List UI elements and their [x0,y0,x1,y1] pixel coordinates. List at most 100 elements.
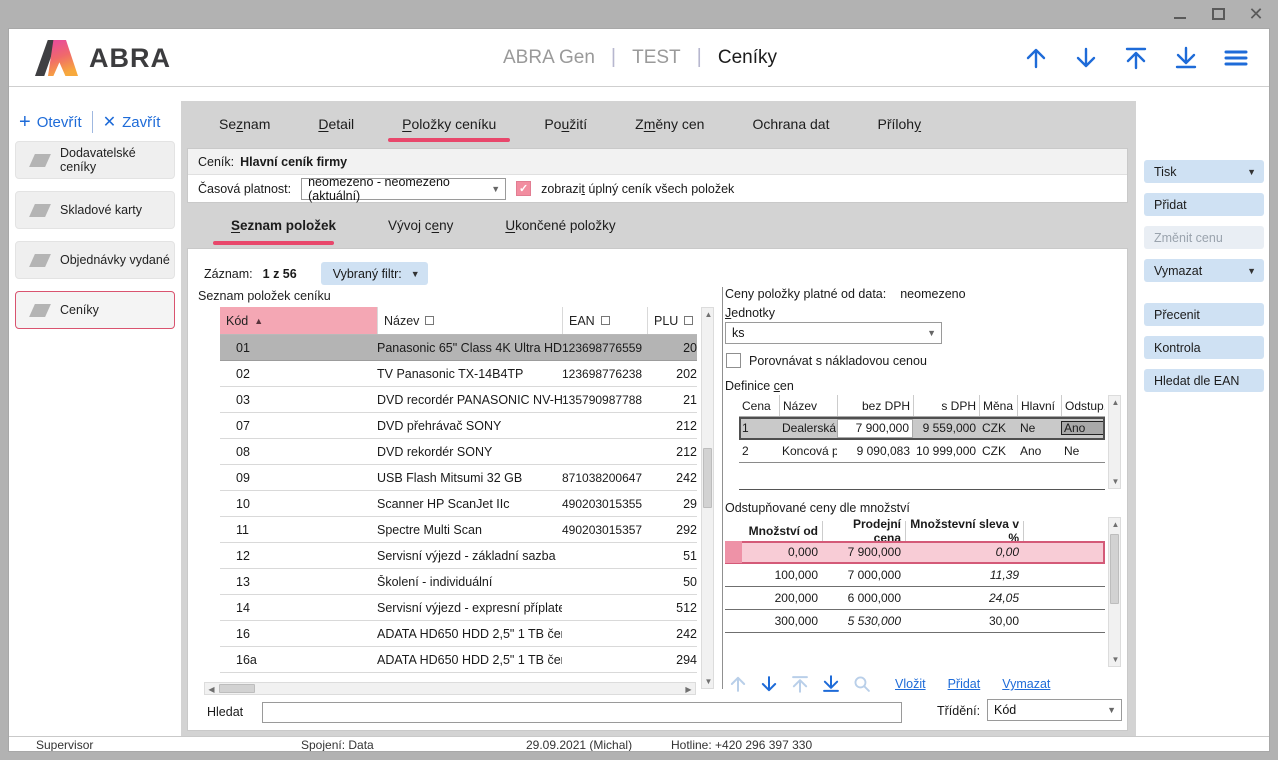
column-header-label: EAN [569,314,595,328]
subtab-ukoncene-polozky[interactable]: Ukončené položky [479,203,641,248]
vymazat-link[interactable]: Vymazat [1002,677,1050,691]
sidebar-item-skladove-karty[interactable]: Skladové karty [15,191,175,229]
column-header-cena[interactable]: Cena [739,395,779,416]
row-first-icon[interactable] [789,673,811,695]
scroll-down-icon[interactable]: ▼ [1109,475,1122,488]
nav-first-icon[interactable] [1123,45,1149,71]
hledat-dle-ean-button[interactable]: Hledat dle EAN [1144,369,1264,392]
column-header-nazev[interactable]: Název [377,307,562,334]
subtab-vyvoj-ceny[interactable]: Vývoj ceny [362,203,479,248]
column-header-mena[interactable]: Měna [979,395,1017,416]
table-row[interactable]: 08DVD rekordér SONY212 [220,439,697,465]
vymazat-button[interactable]: Vymazat▼ [1144,259,1264,282]
scroll-right-icon[interactable]: ▶ [682,683,695,696]
open-button[interactable]: + Otevřít [19,114,82,131]
table-row[interactable]: 16ADATA HD650 HDD 2,5" 1 TB červený242 [220,621,697,647]
vlozit-link[interactable]: Vložit [895,677,926,691]
tisk-button[interactable]: Tisk▼ [1144,160,1264,183]
filter-dropdown[interactable]: Vybraný filtr: ▼ [321,262,428,285]
definitions-vertical-scrollbar[interactable]: ▲ ▼ [1108,395,1121,489]
scrollbar-thumb[interactable] [1110,534,1119,604]
table-row[interactable]: 03DVD recordér PANASONIC NV-HD6801357909… [220,387,697,413]
validity-dropdown[interactable]: neomezeno - neomezeno (aktuální) ▼ [301,178,506,200]
column-header-plu[interactable]: PLU [647,307,697,334]
table-row[interactable]: 14Servisní výjezd - expresní příplatek51… [220,595,697,621]
nav-up-icon[interactable] [1023,45,1049,71]
row-last-icon[interactable] [820,673,842,695]
column-options-icon[interactable] [684,316,693,325]
tab-seznam[interactable]: Seznam [195,101,294,146]
table-row[interactable]: 100,0007 000,00011,39 [725,564,1105,587]
column-header-nazev[interactable]: Název [779,395,837,416]
close-list-button[interactable]: ✕ Zavřít [103,112,161,132]
tab-detail[interactable]: Detail [294,101,378,146]
table-row[interactable]: 09USB Flash Mitsumi 32 GB871038200647242 [220,465,697,491]
table-row[interactable]: 07DVD přehrávač SONY212 [220,413,697,439]
search-icon[interactable] [851,673,873,695]
column-options-icon[interactable] [425,316,434,325]
pridat-button[interactable]: Přidat [1144,193,1264,216]
compare-cost-checkbox[interactable] [726,353,741,368]
column-options-icon[interactable] [601,316,610,325]
column-header-s-dph[interactable]: s DPH [913,395,979,416]
window-titlebar[interactable]: ✕ [0,0,1278,28]
precenit-button[interactable]: Přecenit [1144,303,1264,326]
table-row[interactable]: 16aADATA HD650 HDD 2,5" 1 TB černý294 [220,647,697,673]
row-up-icon[interactable] [727,673,749,695]
scroll-down-icon[interactable]: ▼ [702,675,715,688]
tab-zmeny-cen[interactable]: Změny cen [611,101,728,146]
show-full-pricelist-checkbox[interactable]: ✓ [516,181,531,196]
table-row[interactable]: 11Spectre Multi Scan490203015357292 [220,517,697,543]
scrollbar-thumb[interactable] [703,448,712,508]
cell-bez-dph[interactable]: 7 900,000 [837,419,913,438]
table-row[interactable]: 1Dealerská7 900,0009 559,000CZKNeAno [739,417,1105,440]
column-header-prodejni-cena[interactable]: Prodejní cena [822,521,905,541]
column-header-mnozstvi-od[interactable]: Množství od [725,521,822,541]
nav-last-icon[interactable] [1173,45,1199,71]
close-icon[interactable]: ✕ [1248,6,1264,22]
nav-down-icon[interactable] [1073,45,1099,71]
tab-ochrana-dat[interactable]: Ochrana dat [728,101,853,146]
table-row[interactable]: 12Servisní výjezd - základní sazba51 [220,543,697,569]
menu-icon[interactable] [1223,45,1249,71]
table-row[interactable]: 02TV Panasonic TX-14B4TP123698776238202 [220,361,697,387]
column-header-mnozstevni-sleva-v[interactable]: Množstevní sleva v % [905,521,1023,541]
sidebar-item-objednavky-vydane[interactable]: Objednávky vydané [15,241,175,279]
scroll-up-icon[interactable]: ▲ [702,308,715,321]
items-horizontal-scrollbar[interactable]: ◀ ▶ [204,682,696,695]
column-header-odstup[interactable]: Odstup... [1061,395,1105,416]
table-row[interactable]: 2Koncová p9 090,08310 999,000CZKAnoNe [739,440,1105,463]
search-input[interactable] [262,702,902,723]
scroll-up-icon[interactable]: ▲ [1109,518,1122,531]
column-header-ean[interactable]: EAN [562,307,647,334]
column-header-bez-dph[interactable]: bez DPH [837,395,913,416]
sidebar-item-ceniky[interactable]: Ceníky [15,291,175,329]
scrollbar-thumb[interactable] [219,684,255,693]
kontrola-button[interactable]: Kontrola [1144,336,1264,359]
cell-kod: 16 [220,627,377,641]
zmenit-cenu-button[interactable]: Změnit cenu [1144,226,1264,249]
table-row[interactable]: 0,0007 900,0000,00 [725,541,1105,564]
table-row[interactable]: 300,0005 530,00030,00 [725,610,1105,633]
sidebar-item-dodavatelske-ceniky[interactable]: Dodavatelské ceníky [15,141,175,179]
items-vertical-scrollbar[interactable]: ▲ ▼ [701,307,714,689]
pridat-link[interactable]: Přidat [948,677,981,691]
tab-polozky-ceniku[interactable]: Položky ceníku [378,101,520,146]
minimize-icon[interactable] [1172,6,1188,22]
scroll-up-icon[interactable]: ▲ [1109,396,1122,409]
scroll-left-icon[interactable]: ◀ [205,683,218,696]
subtab-seznam-polozek[interactable]: Seznam položek [205,203,362,248]
units-dropdown[interactable]: ks ▼ [725,322,942,344]
tab-pouziti[interactable]: Použití [520,101,611,146]
table-row[interactable]: 13Školení - individuální50 [220,569,697,595]
column-header-hlavni[interactable]: Hlavní [1017,395,1061,416]
maximize-icon[interactable] [1210,6,1226,22]
column-header-kod[interactable]: Kód▲ [220,307,377,334]
table-row[interactable]: 10Scanner HP ScanJet IIc49020301535529 [220,491,697,517]
tiered-vertical-scrollbar[interactable]: ▲ ▼ [1108,517,1121,667]
row-down-icon[interactable] [758,673,780,695]
tab-prilohy[interactable]: Přílohy [854,101,946,146]
table-row[interactable]: 01Panasonic 65" Class 4K Ultra HD TV1236… [220,335,697,361]
scroll-down-icon[interactable]: ▼ [1109,653,1122,666]
table-row[interactable]: 200,0006 000,00024,05 [725,587,1105,610]
